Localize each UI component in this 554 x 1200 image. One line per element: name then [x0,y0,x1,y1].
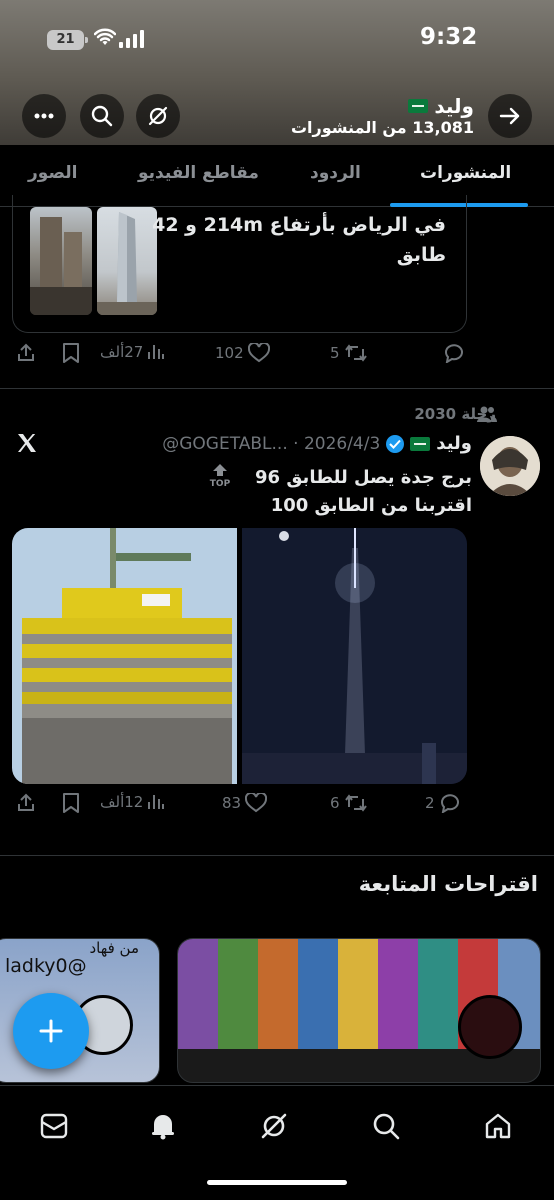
wifi-icon [94,28,116,45]
arrow-up-icon [213,464,227,476]
share-button[interactable] [16,793,36,813]
post-actions: 12ألف 83 6 2 [0,793,554,823]
profile-name-text: وليد [434,94,474,118]
top-badge-label: TOP [209,479,231,489]
post-text-line-2: اقتربنا من الطابق 100 [270,495,472,516]
share-icon [18,343,34,361]
status-time: 9:32 [420,24,478,50]
repost-count: 6 [330,794,340,812]
reply-icon [445,344,463,363]
saudi-flag-icon [408,99,429,113]
post-actions: 27ألف 102 5 [0,343,554,373]
like-button[interactable]: 102 [215,343,270,363]
search-button[interactable] [80,94,124,138]
profile-name: وليد [408,94,474,118]
compose-button[interactable] [13,993,89,1069]
grok-icon [148,106,168,126]
post-text-line-1: برج جدة يصل للطابق 96 [255,467,472,488]
tab-photos[interactable]: الصور [28,163,77,183]
share-icon [18,793,34,811]
handle-date: @GOGETABL... · 2026/4/3 [162,433,381,454]
bell-icon [152,1115,174,1140]
building-image [30,217,92,315]
tab-videos[interactable]: مقاطع الفيديو [138,163,259,183]
share-button[interactable] [16,343,36,363]
section-divider [0,855,554,856]
author-avatar[interactable] [480,436,540,496]
nav-notifications[interactable] [143,1106,183,1146]
suggestions-title: اقتراحات المتابعة [358,872,538,896]
search-icon [373,1113,400,1140]
verified-badge-icon [386,434,405,453]
x-logo-icon[interactable] [16,432,38,454]
post-count: 13,081 من المنشورات [290,118,474,137]
tab-replies[interactable]: الردود [310,163,361,183]
tab-posts[interactable]: المنشورات [420,163,511,183]
like-count: 102 [215,344,244,362]
suggestion-banner-text-1: من فهاد [89,939,139,957]
suggestion-banner-text-2: ladky0@ [5,955,87,977]
plus-icon [39,1019,63,1043]
views-count: 27ألف [100,343,144,361]
views-button[interactable]: 12ألف [100,793,165,811]
media-images [12,528,467,784]
post-divider [0,388,554,389]
reply-count: 2 [425,794,435,812]
nav-search[interactable] [366,1106,406,1146]
community-icon [477,406,497,422]
post-text: في الرياض بأرتفاع 214m و 42 طابق [146,210,446,270]
search-icon [91,105,113,127]
avatar-image [480,436,540,496]
views-icon [148,345,165,359]
heart-icon [247,343,270,363]
repost-icon [344,794,367,812]
suggestion-card[interactable] [177,938,541,1083]
suggestion-avatar[interactable] [458,995,522,1059]
home-indicator [207,1180,347,1185]
repost-count: 5 [330,344,340,362]
repost-button[interactable]: 5 [330,343,368,363]
repost-icon [344,344,367,362]
post-media[interactable] [12,528,467,784]
arrow-right-icon [499,107,520,125]
saudi-flag-icon [410,436,431,451]
building-thumbnail[interactable] [30,207,92,315]
home-icon [485,1113,511,1139]
post-text: برج جدة يصل للطابق 96 اقتربنا من الطابق … [255,464,472,520]
grok-icon [261,1113,287,1139]
post-header: وليد @GOGETABL... · 2026/4/3 [162,433,472,454]
author-name[interactable]: وليد [436,433,472,454]
nav-home[interactable] [478,1106,518,1146]
heart-icon [245,793,268,813]
reply-icon [440,794,459,813]
post-text-line-2: طابق [396,244,446,266]
status-bar: 21 9:32 [0,0,554,80]
back-button[interactable] [488,94,532,138]
post-text-line-1: في الرياض بأرتفاع 214m و 42 [152,214,446,236]
more-icon [34,113,54,119]
nav-grok[interactable] [254,1106,294,1146]
reply-button[interactable] [443,343,465,363]
bookmark-icon [63,343,79,363]
grok-button[interactable] [136,94,180,138]
more-button[interactable] [22,94,66,138]
like-count: 83 [222,794,242,812]
repost-button[interactable]: 6 [330,793,368,813]
views-button[interactable]: 27ألف [100,343,165,361]
nav-messages[interactable] [34,1106,74,1146]
bookmark-button[interactable] [62,793,80,813]
top-badge: TOP [205,464,235,489]
views-icon [148,795,165,809]
bookmark-button[interactable] [62,343,80,363]
profile-header: 21 9:32 وليد 13,081 من المنشورات [0,0,554,145]
battery-icon: 21 [47,30,88,50]
like-button[interactable]: 83 [222,793,268,813]
reply-button[interactable]: 2 [425,793,461,813]
bookmark-icon [63,793,79,813]
signal-icon [119,30,144,48]
mail-icon [40,1113,68,1139]
views-count: 12ألف [100,793,144,811]
